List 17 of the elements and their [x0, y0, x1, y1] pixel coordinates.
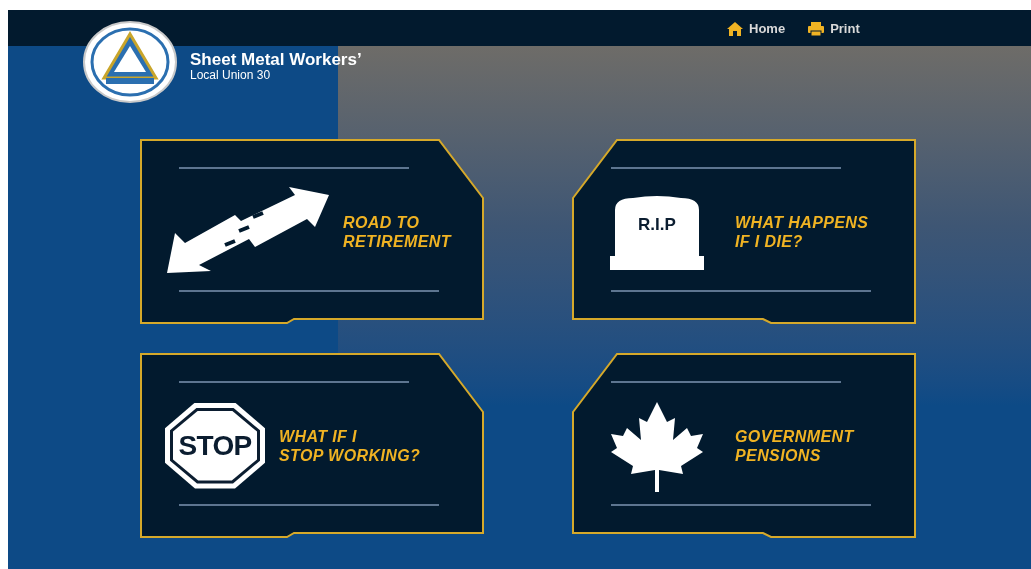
union-subtitle: Local Union 30: [190, 69, 272, 81]
union-logo-icon: [82, 20, 178, 104]
menu-tile[interactable]: ROAD TO RETIREMENT: [139, 138, 485, 325]
tile-label: WHAT HAPPENS IF I DIE?: [735, 212, 869, 251]
home-icon: [726, 20, 744, 37]
tombstone-text: R.I.P: [638, 213, 676, 236]
tile-label: GOVERNMENT PENSIONS: [735, 426, 854, 465]
nav-link[interactable]: Home: [726, 19, 786, 39]
union-title: Sheet Metal Workers’: [190, 51, 362, 68]
printer-icon: [807, 20, 826, 37]
menu-tile[interactable]: GOVERNMENT PENSIONS: [571, 352, 917, 539]
stop-sign-text: STOP: [178, 428, 252, 463]
menu-tile[interactable]: STOP WHAT IF I STOP WORKING?: [139, 352, 485, 539]
nav-link[interactable]: Print: [807, 19, 860, 39]
tile-label: ROAD TO RETIREMENT: [343, 212, 451, 251]
tile-label: WHAT IF I STOP WORKING?: [279, 426, 421, 465]
menu-tile[interactable]: R.I.P WHAT HAPPENS IF I DIE?: [571, 138, 917, 325]
